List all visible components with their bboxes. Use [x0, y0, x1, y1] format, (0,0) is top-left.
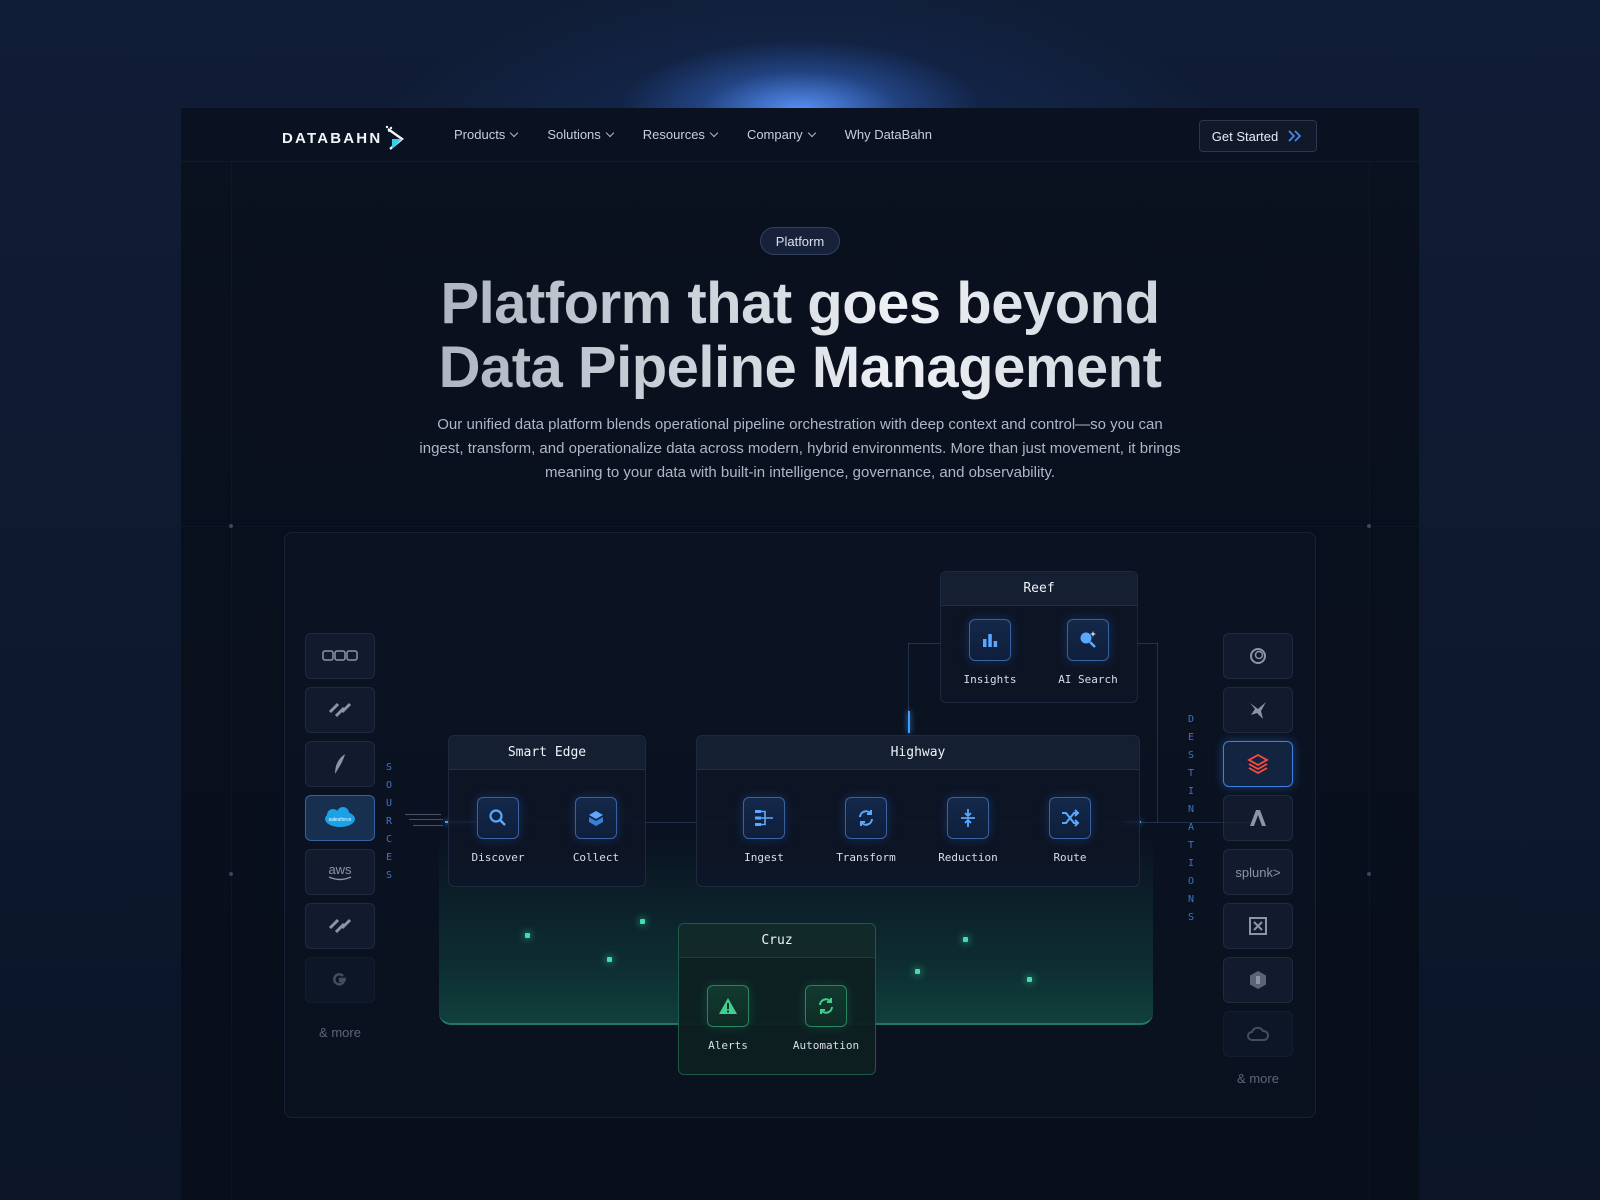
smart-edge-title: Smart Edge — [449, 736, 645, 770]
databahn-logo[interactable]: DATABAHN — [282, 125, 406, 151]
search-icon[interactable] — [477, 797, 519, 839]
cruz-title: Cruz — [679, 924, 875, 958]
nav-menu: Products Solutions Resources Company Why… — [454, 127, 932, 142]
sources-more[interactable]: & more — [305, 1025, 375, 1040]
splunk-icon[interactable]: splunk> — [1223, 849, 1293, 895]
node-insights[interactable]: Insights — [945, 619, 1035, 686]
nav-solutions[interactable]: Solutions — [547, 127, 615, 142]
node-route[interactable]: Route — [1025, 797, 1115, 864]
sonicwall-icon[interactable] — [305, 633, 375, 679]
reef-title: Reef — [941, 572, 1137, 606]
platform-badge: Platform — [760, 227, 840, 255]
palo-alto-icon[interactable] — [305, 687, 375, 733]
get-started-button[interactable]: Get Started — [1199, 120, 1317, 152]
grid-logo-icon[interactable] — [1223, 903, 1293, 949]
node-automation[interactable]: Automation — [781, 985, 871, 1052]
compress-icon[interactable] — [947, 797, 989, 839]
node-ai-search[interactable]: AI Search — [1043, 619, 1133, 686]
node-transform[interactable]: Transform — [821, 797, 911, 864]
nav-resources[interactable]: Resources — [643, 127, 719, 142]
double-chevron-right-icon — [1288, 130, 1302, 142]
palo-alto-icon[interactable] — [305, 903, 375, 949]
hex-icon[interactable] — [1223, 957, 1293, 1003]
node-collect[interactable]: Collect — [551, 797, 641, 864]
hero-subtitle: Our unified data platform blends operati… — [419, 416, 1181, 481]
automation-refresh-icon[interactable] — [805, 985, 847, 1027]
refresh-icon[interactable] — [845, 797, 887, 839]
aws-icon[interactable]: aws — [305, 849, 375, 895]
destinations-more[interactable]: & more — [1223, 1071, 1293, 1086]
destinations-column: splunk> & more — [1223, 633, 1293, 1086]
node-reduction[interactable]: Reduction — [923, 797, 1013, 864]
sources-column: salesforce aws & more — [305, 633, 375, 1040]
top-navigation: DATABAHN Products Solutions Resources Co… — [181, 108, 1419, 162]
chevron-down-icon — [605, 128, 615, 138]
a-logo-icon[interactable] — [1223, 795, 1293, 841]
stack-icon[interactable] — [1223, 741, 1293, 787]
svg-text:aws: aws — [328, 862, 352, 877]
nav-products[interactable]: Products — [454, 127, 519, 142]
sources-vertical-label: SOURCES — [385, 762, 393, 881]
node-alerts[interactable]: Alerts — [683, 985, 773, 1052]
nav-why-databahn[interactable]: Why DataBahn — [845, 127, 932, 142]
logo-arrow-icon — [386, 125, 405, 150]
nav-company[interactable]: Company — [747, 127, 816, 142]
chevron-down-icon — [807, 128, 816, 138]
chevron-down-icon — [709, 128, 719, 138]
ingest-icon[interactable] — [743, 797, 785, 839]
salesforce-icon[interactable]: salesforce — [305, 795, 375, 841]
cloud-icon[interactable] — [1223, 1011, 1293, 1057]
destinations-vertical-label: DESTINATIONS — [1187, 714, 1195, 923]
logo-text: DATABAHN — [282, 129, 383, 147]
page-frame: DATABAHN Products Solutions Resources Co… — [181, 108, 1419, 1200]
collect-box-icon[interactable] — [575, 797, 617, 839]
google-icon[interactable] — [305, 957, 375, 1003]
feather-icon[interactable] — [305, 741, 375, 787]
svg-text:salesforce: salesforce — [329, 817, 352, 823]
ai-search-icon[interactable] — [1067, 619, 1109, 661]
node-ingest[interactable]: Ingest — [719, 797, 809, 864]
bar-chart-icon[interactable] — [969, 619, 1011, 661]
sentinel-icon[interactable] — [1223, 633, 1293, 679]
platform-diagram: salesforce aws & more SOURCES Smart Edge — [284, 532, 1316, 1118]
chevron-down-icon — [510, 128, 519, 138]
highway-title: Highway — [697, 736, 1139, 770]
page-title: Platform that goes beyond Data Pipeline … — [301, 272, 1299, 400]
node-discover[interactable]: Discover — [453, 797, 543, 864]
shuffle-icon[interactable] — [1049, 797, 1091, 839]
bird-icon[interactable] — [1223, 687, 1293, 733]
alert-triangle-icon[interactable] — [707, 985, 749, 1027]
